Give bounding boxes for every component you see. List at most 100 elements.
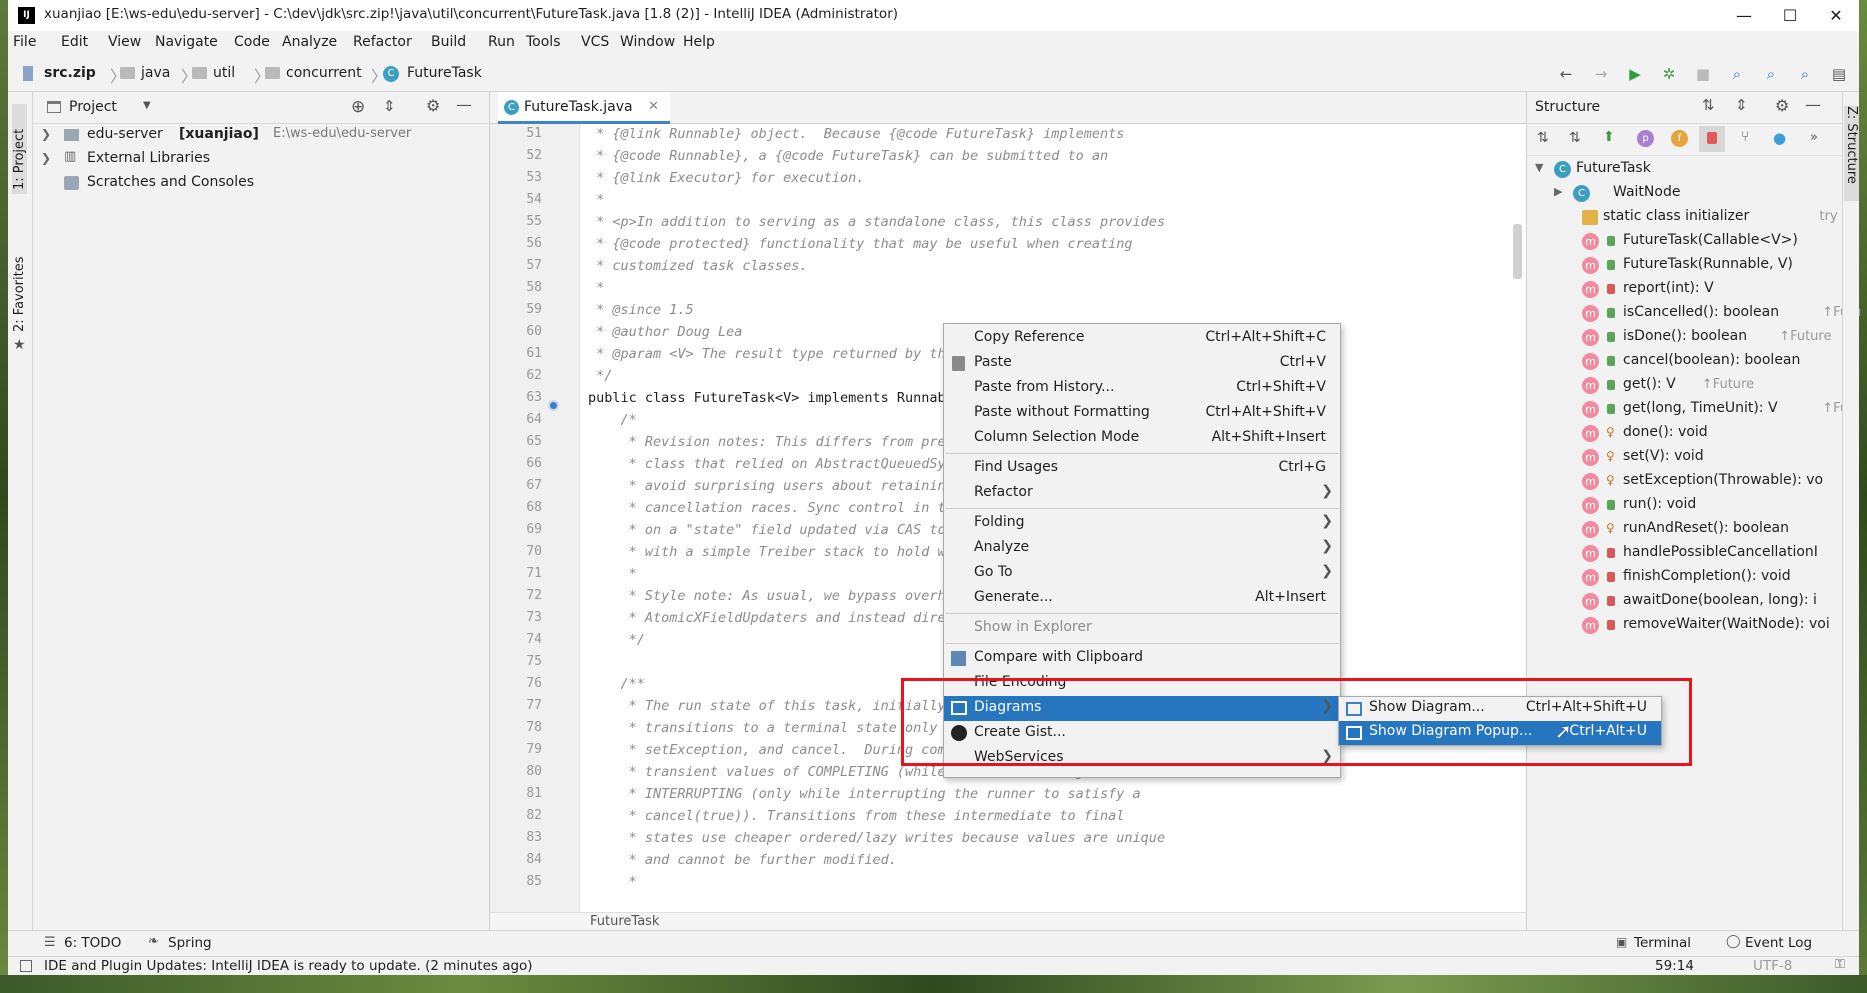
tool-todo[interactable]: 6: TODO: [64, 935, 121, 951]
structure-item[interactable]: m get(long, TimeUnit): V ↑Fut: [1527, 398, 1853, 422]
menu-view[interactable]: View: [108, 34, 141, 50]
sort-visibility-icon[interactable]: ⇅: [1569, 130, 1581, 146]
context-menu-item-column-selection-mode[interactable]: Column Selection Mode Alt+Shift+Insert: [944, 426, 1340, 451]
menu-analyze[interactable]: Analyze: [282, 34, 337, 50]
structure-item[interactable]: m FutureTask(Runnable, V): [1527, 254, 1843, 278]
context-menu-item-refactor[interactable]: Refactor ❯: [944, 481, 1340, 506]
structure-item[interactable]: mcancel(boolean): boolean↑F: [1527, 350, 1858, 374]
search-icon[interactable]: ⌕: [1727, 64, 1747, 84]
tab-project[interactable]: 1: Project: [12, 104, 27, 194]
context-menu-item-go-to[interactable]: Go To ❯: [944, 561, 1340, 586]
structure-item[interactable]: m awaitDone(boolean, long): i: [1527, 590, 1843, 614]
fields-icon[interactable]: f: [1671, 130, 1688, 147]
caret-position[interactable]: 59:14: [1655, 958, 1694, 974]
tool-spring[interactable]: Spring: [168, 935, 212, 951]
maximize-button[interactable]: ☐: [1767, 0, 1813, 31]
crumb-java[interactable]: java: [141, 65, 170, 81]
hide-icon[interactable]: —: [1805, 95, 1821, 114]
chevron-right-icon[interactable]: ❯: [41, 151, 51, 165]
properties-icon[interactable]: p: [1637, 130, 1654, 147]
menu-build[interactable]: Build: [431, 34, 466, 50]
structure-item[interactable]: m ♀ setException(Throwable): vo: [1527, 470, 1843, 494]
context-menu-item-copy-reference[interactable]: Copy Reference Ctrl+Alt+Shift+C: [944, 326, 1340, 351]
menu-file[interactable]: File: [13, 34, 36, 50]
debug-icon[interactable]: ✲: [1659, 64, 1679, 84]
structure-item[interactable]: m finishCompletion(): void: [1527, 566, 1843, 590]
chevron-down-icon[interactable]: ▼: [1535, 161, 1543, 174]
back-icon[interactable]: ←: [1556, 64, 1576, 84]
hide-icon[interactable]: —: [456, 95, 472, 114]
collapse-all-icon[interactable]: ⇕: [1735, 96, 1748, 114]
tree-item-scratches[interactable]: Scratches and Consoles: [33, 172, 490, 196]
run-icon[interactable]: ▶: [1625, 64, 1645, 84]
tab-favorites[interactable]: 2: Favorites: [12, 232, 27, 332]
structure-item[interactable]: m get(): V ↑Future: [1527, 374, 1843, 398]
hierarchy-icon[interactable]: ⑂: [1741, 129, 1749, 145]
file-encoding[interactable]: UTF-8: [1753, 958, 1792, 974]
toggle-tool-windows-icon[interactable]: [20, 960, 32, 972]
chevron-right-icon[interactable]: ▶: [1554, 185, 1562, 198]
structure-item[interactable]: static class initializer try: [1527, 206, 1843, 230]
tool-terminal[interactable]: Terminal: [1634, 935, 1691, 951]
structure-item[interactable]: m report(int): V: [1527, 278, 1843, 302]
lock-icon[interactable]: ⚿: [1835, 957, 1845, 972]
menu-run[interactable]: Run: [488, 34, 515, 50]
tab-structure[interactable]: Z: Structure: [1844, 106, 1859, 201]
lambdas-icon[interactable]: ●: [1773, 129, 1786, 147]
structure-item[interactable]: m removeWaiter(WaitNode): voi: [1527, 614, 1843, 638]
context-menu-item-paste[interactable]: Paste Ctrl+V: [944, 351, 1340, 376]
structure-item[interactable]: m ♀ set(V): void: [1527, 446, 1843, 470]
project-panel-title[interactable]: Project: [69, 99, 117, 115]
project-structure-icon[interactable]: ▤: [1829, 64, 1849, 84]
chevron-right-icon[interactable]: ❯: [41, 127, 51, 141]
crumb-futuretask[interactable]: FutureTask: [407, 65, 482, 81]
context-menu-item-paste-from-history[interactable]: Paste from History... Ctrl+Shift+V: [944, 376, 1340, 401]
context-menu-item-find-usages[interactable]: Find Usages Ctrl+G: [944, 456, 1340, 481]
structure-item[interactable]: m isDone(): boolean ↑Future: [1527, 326, 1843, 350]
status-message[interactable]: IDE and Plugin Updates: IntelliJ IDEA is…: [44, 958, 533, 974]
find-icon[interactable]: ⌕: [1795, 64, 1815, 84]
minimize-button[interactable]: —: [1721, 0, 1767, 31]
search-everywhere-icon[interactable]: ⌕: [1761, 64, 1781, 84]
tool-event-log[interactable]: Event Log: [1745, 935, 1812, 951]
menu-refactor[interactable]: Refactor: [353, 34, 412, 50]
structure-item[interactable]: m ♀ done(): void: [1527, 422, 1843, 446]
context-menu-item-folding[interactable]: Folding ❯: [944, 511, 1340, 536]
collapse-all-icon[interactable]: ⇕: [383, 97, 396, 115]
crumb-src-zip[interactable]: src.zip: [44, 65, 96, 81]
context-menu-item-analyze[interactable]: Analyze ❯: [944, 536, 1340, 561]
crumb-util[interactable]: util: [213, 65, 235, 81]
stop-icon[interactable]: ■: [1693, 64, 1713, 84]
menu-edit[interactable]: Edit: [61, 34, 88, 50]
structure-item[interactable]: misCancelled(): boolean↑Futu: [1527, 302, 1861, 326]
structure-item[interactable]: ▶ C WaitNode: [1527, 182, 1843, 206]
structure-item[interactable]: m FutureTask(Callable<V>): [1527, 230, 1843, 254]
dropdown-icon[interactable]: ▼: [143, 100, 151, 111]
more-icon[interactable]: »: [1810, 130, 1818, 145]
menu-vcs[interactable]: VCS: [581, 34, 609, 50]
tab-futuretask-java[interactable]: C FutureTask.java ✕: [498, 92, 670, 124]
structure-item[interactable]: m ♀ runAndReset(): boolean: [1527, 518, 1843, 542]
sort-alpha-icon[interactable]: ⇅: [1537, 130, 1549, 146]
locate-icon[interactable]: ⊕: [351, 97, 365, 117]
structure-item[interactable]: m run(): void: [1527, 494, 1843, 518]
structure-root[interactable]: ▼ C FutureTask: [1527, 158, 1843, 182]
expand-all-icon[interactable]: ⇅: [1702, 96, 1715, 114]
editor-scrollbar[interactable]: [1513, 224, 1522, 279]
forward-icon[interactable]: →: [1591, 64, 1611, 84]
menu-code[interactable]: Code: [234, 34, 270, 50]
context-menu-item-compare-with-clipboard[interactable]: Compare with Clipboard: [944, 646, 1340, 671]
gear-icon[interactable]: ⚙: [1775, 96, 1789, 115]
close-button[interactable]: ✕: [1813, 0, 1859, 31]
tree-item-edu-server[interactable]: ❯ edu-server [xuanjiao] E:\ws-edu\edu-se…: [33, 124, 490, 148]
menu-window[interactable]: Window: [620, 34, 675, 50]
inherited-icon[interactable]: ⬆: [1603, 129, 1615, 145]
editor-breadcrumb[interactable]: FutureTask: [490, 912, 1526, 930]
context-menu-item-paste-without-formatting[interactable]: Paste without Formatting Ctrl+Alt+Shift+V: [944, 401, 1340, 426]
close-tab-icon[interactable]: ✕: [648, 99, 659, 114]
tree-item-external-libraries[interactable]: ❯ ▥ External Libraries: [33, 148, 490, 172]
structure-item[interactable]: m handlePossibleCancellationI: [1527, 542, 1843, 566]
context-menu-item-generate[interactable]: Generate... Alt+Insert: [944, 586, 1340, 611]
menu-help[interactable]: Help: [683, 34, 715, 50]
implements-marker-icon[interactable]: [548, 400, 559, 411]
